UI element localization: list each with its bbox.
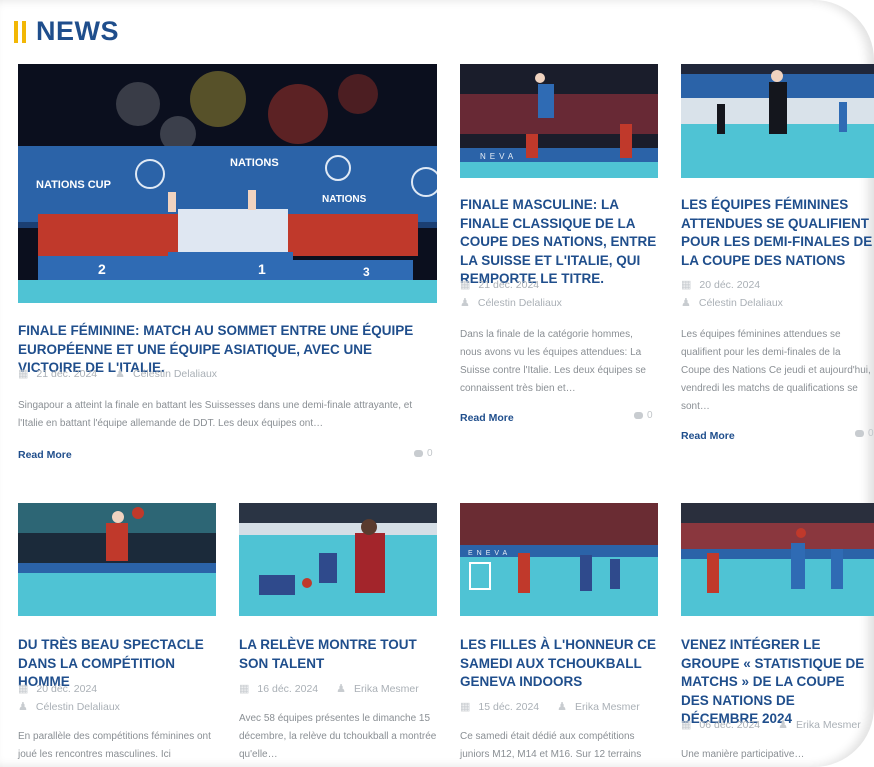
featured-image[interactable]: NATIONS CUP NATIONS NATIONS 2 1 3 <box>18 64 437 303</box>
bottom-card-4-image[interactable] <box>681 503 874 616</box>
side-card-1-read-more-link[interactable]: Read More <box>460 412 514 424</box>
calendar-icon: ▦ <box>460 701 471 713</box>
featured-read-more-link[interactable]: Read More <box>18 449 72 461</box>
bottom-card-1-author-row: ♟ Célestin Delaliaux <box>18 700 120 714</box>
calendar-icon: ▦ <box>681 279 692 291</box>
side-card-2-read-more-link[interactable]: Read More <box>681 430 735 442</box>
calendar-icon: ▦ <box>239 683 250 695</box>
comment-icon <box>414 450 423 457</box>
svg-text:3: 3 <box>363 265 370 279</box>
comment-icon <box>634 412 643 419</box>
featured-comments[interactable]: 0 <box>414 448 433 459</box>
side-card-1-author-row: ♟ Célestin Delaliaux <box>460 296 562 310</box>
svg-text:1: 1 <box>258 261 266 277</box>
calendar-icon: ▦ <box>18 368 29 380</box>
svg-text:NATIONS: NATIONS <box>322 194 367 205</box>
calendar-icon: ▦ <box>681 719 692 731</box>
user-icon: ♟ <box>681 297 691 309</box>
svg-text:2: 2 <box>98 261 106 277</box>
bottom-card-2-title[interactable]: LA RELÈVE MONTRE TOUT SON TALENT <box>239 636 437 673</box>
news-page: NEWS NATIONS CUP NATIONS NATIONS 2 1 3 F… <box>0 0 874 767</box>
svg-text:NATIONS CUP: NATIONS CUP <box>36 179 111 191</box>
side-card-2-comments[interactable]: 0 <box>855 428 874 439</box>
calendar-icon: ▦ <box>18 683 29 695</box>
page-title: NEWS <box>36 16 119 46</box>
featured-author: Célestin Delaliaux <box>133 367 218 380</box>
svg-text:NEVA: NEVA <box>480 152 517 161</box>
side-card-1-comments[interactable]: 0 <box>634 410 653 421</box>
bottom-card-1-excerpt: En parallèle des compétitions féminines … <box>18 731 211 760</box>
bottom-card-1-image[interactable] <box>18 503 216 616</box>
user-icon: ♟ <box>460 297 470 309</box>
side-card-1-title[interactable]: FINALE MASCULINE: LA FINALE CLASSIQUE DE… <box>460 196 660 289</box>
side-card-2-excerpt: Les équipes féminines attendues se quali… <box>681 329 871 412</box>
calendar-icon: ▦ <box>460 279 471 291</box>
side-card-1-excerpt: Dans la finale de la catégorie hommes, n… <box>460 329 646 394</box>
bottom-card-2-image[interactable] <box>239 503 437 616</box>
news-header: NEWS <box>14 16 119 47</box>
side-card-2-date-row: ▦ 20 déc. 2024 <box>681 278 761 292</box>
side-card-2-author-row: ♟ Célestin Delaliaux <box>681 296 783 310</box>
svg-text:NATIONS: NATIONS <box>230 157 279 169</box>
double-bar-icon <box>14 20 26 43</box>
bottom-card-3-meta: ▦ 15 déc. 2024 ♟ Erika Mesmer <box>460 700 640 714</box>
bottom-card-3-image[interactable]: ENEVA <box>460 503 658 616</box>
bottom-card-2-excerpt: Avec 58 équipes présentes le dimanche 15… <box>239 713 437 760</box>
bottom-card-3-excerpt: Ce samedi était dédié aux compétitions j… <box>460 731 642 760</box>
side-card-2-image[interactable] <box>681 64 874 178</box>
bottom-card-1-date-row: ▦ 20 déc. 2024 <box>18 682 98 696</box>
user-icon: ♟ <box>557 701 567 713</box>
side-card-1-date-row: ▦ 21 déc. 2024 <box>460 278 540 292</box>
featured-date: 21 déc. 2024 <box>36 367 98 380</box>
featured-excerpt: Singapour a atteint la finale en battant… <box>18 400 413 429</box>
side-card-1-image[interactable]: NEVA <box>460 64 658 178</box>
svg-text:ENEVA: ENEVA <box>468 550 511 557</box>
bottom-card-4-meta: ▦ 06 déc. 2024 ♟ Erika Mesmer <box>681 718 861 732</box>
side-card-2-title[interactable]: LES ÉQUIPES FÉMININES ATTENDUES SE QUALI… <box>681 196 874 270</box>
bottom-card-4-title[interactable]: VENEZ INTÉGRER LE GROUPE « STATISTIQUE D… <box>681 636 871 729</box>
comment-icon <box>855 430 864 437</box>
user-icon: ♟ <box>18 701 28 713</box>
bottom-card-2-meta: ▦ 16 déc. 2024 ♟ Erika Mesmer <box>239 682 419 696</box>
bottom-card-3-title[interactable]: LES FILLES À L'HONNEUR CE SAMEDI AUX TCH… <box>460 636 660 692</box>
featured-meta: ▦ 21 déc. 2024 ♟ Célestin Delaliaux <box>18 367 218 381</box>
user-icon: ♟ <box>778 719 788 731</box>
user-icon: ♟ <box>336 683 346 695</box>
bottom-card-4-excerpt: Une manière participative… <box>681 749 805 760</box>
user-icon: ♟ <box>115 368 125 380</box>
